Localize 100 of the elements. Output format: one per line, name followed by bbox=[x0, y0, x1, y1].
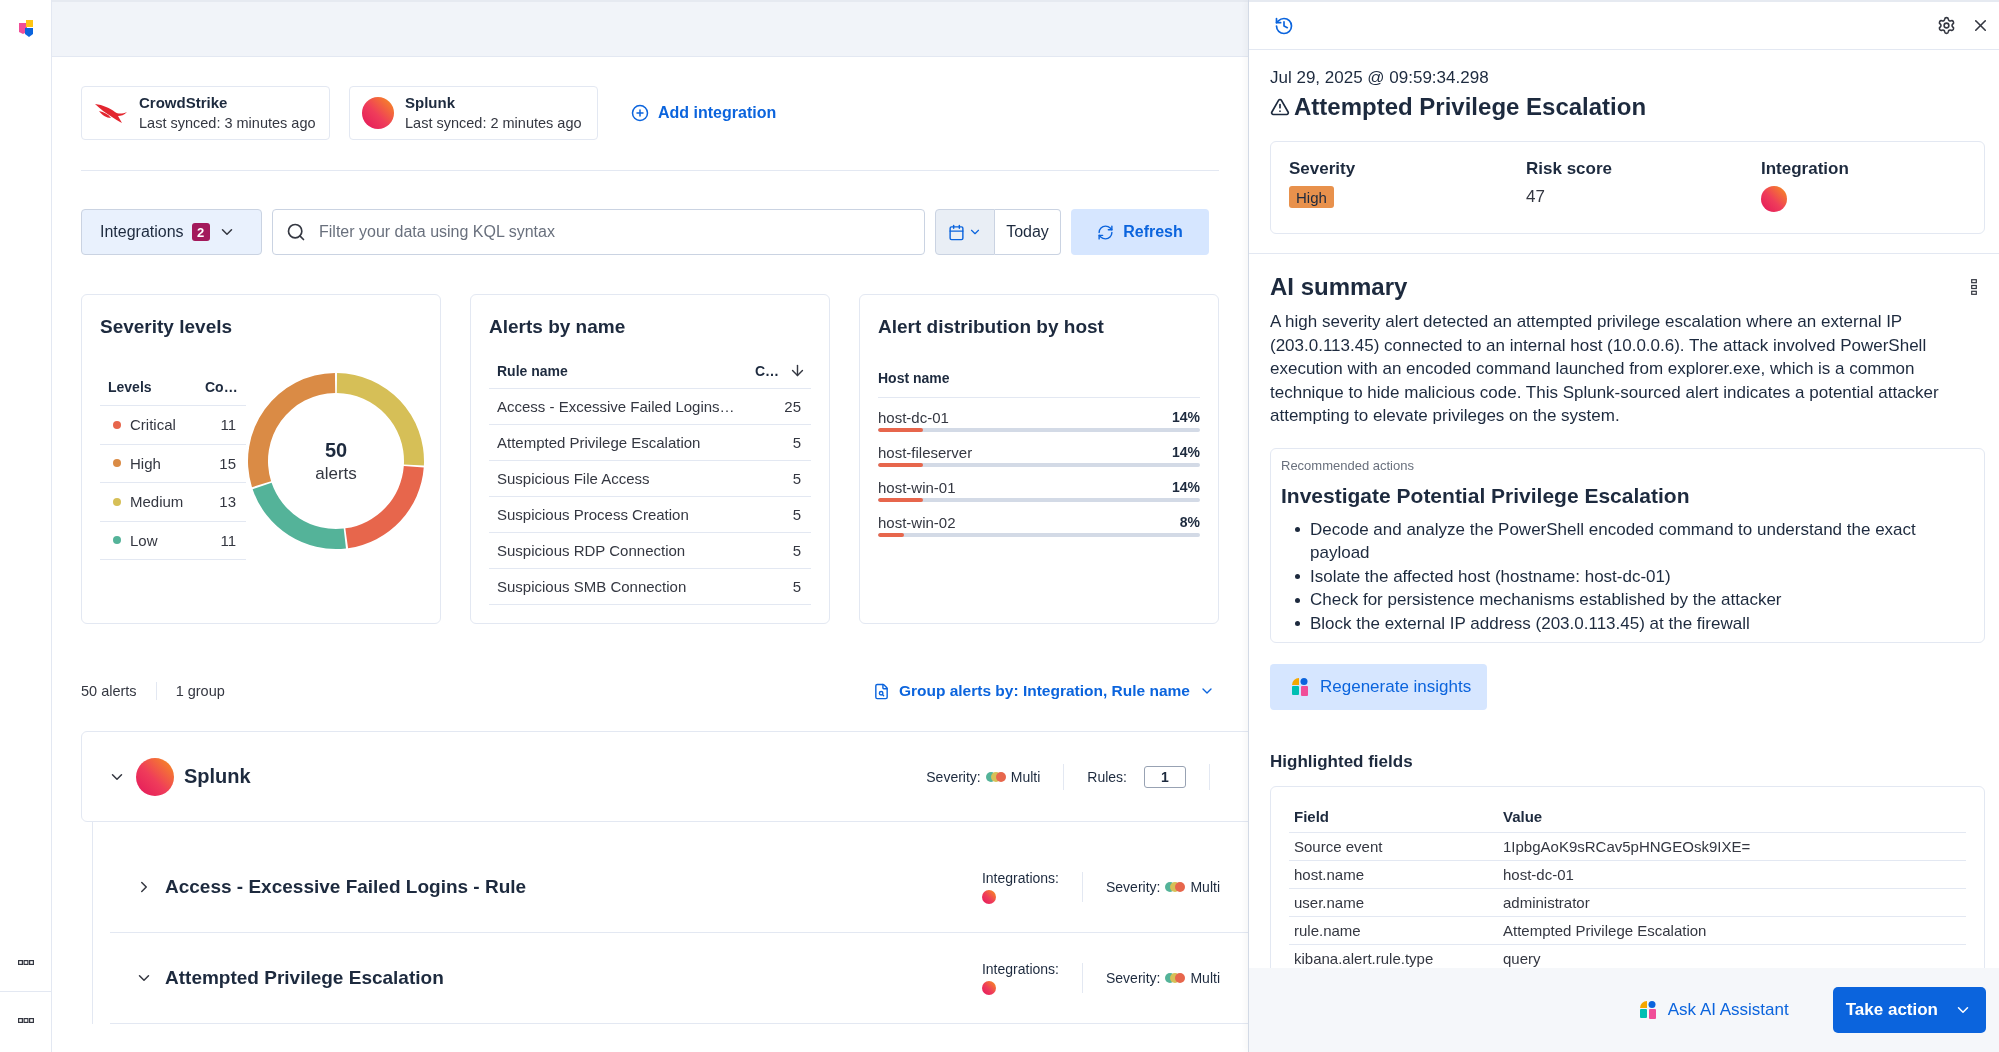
column-header: Field bbox=[1293, 808, 1330, 825]
date-range-button[interactable]: Today bbox=[995, 209, 1061, 255]
action-item: Isolate the affected host (hostname: host-dc-01) bbox=[1310, 565, 1671, 588]
rule-name: Suspicious SMB Connection bbox=[496, 578, 688, 595]
alert-count: 5 bbox=[791, 542, 802, 559]
host-share: 14% bbox=[1171, 479, 1200, 495]
alert-count: 5 bbox=[791, 470, 802, 487]
meta-label: Integrations: bbox=[981, 870, 1059, 886]
integration-name: CrowdStrike bbox=[139, 94, 229, 112]
rule-group-title: Attempted Privilege Escalation bbox=[165, 967, 444, 989]
ask-ai-button[interactable]: Ask AI Assistant bbox=[1639, 1000, 1789, 1020]
bullet-icon bbox=[1295, 527, 1300, 532]
severity-pill-icon bbox=[985, 771, 1006, 782]
calendar-icon bbox=[948, 223, 965, 241]
field-value: host-dc-01 bbox=[1502, 866, 1575, 883]
integrations-button[interactable]: Integrations 2 bbox=[81, 209, 262, 255]
severity-badge: High bbox=[1289, 186, 1334, 208]
document-search-icon bbox=[872, 682, 890, 700]
field-value: 1IpbgAoK9sRCav5pHNGEOsk9IXE= bbox=[1502, 838, 1752, 855]
overview-label: Risk score bbox=[1526, 159, 1612, 179]
take-action-button[interactable]: Take action bbox=[1832, 987, 1986, 1033]
alert-count: 5 bbox=[791, 434, 802, 451]
settings-icon bbox=[1937, 16, 1956, 35]
bird-logo-icon bbox=[94, 102, 128, 124]
kebab-menu-button[interactable] bbox=[1971, 279, 1977, 295]
meta-label: Integrations: bbox=[981, 961, 1059, 977]
card-title: Investigate Potential Privilege Escalation bbox=[1281, 482, 1691, 509]
date-picker-button[interactable] bbox=[935, 209, 995, 255]
rule-name: Access - Excessive Failed Logins… bbox=[496, 398, 736, 415]
section-title: AI summary bbox=[1270, 274, 1408, 300]
rule-name: Attempted Privilege Escalation bbox=[496, 434, 702, 451]
sync-status: Last synced: 2 minutes ago bbox=[405, 114, 582, 132]
overview-label: Severity bbox=[1289, 159, 1356, 179]
field-name: user.name bbox=[1293, 894, 1366, 911]
meta-label: Rules: bbox=[1087, 768, 1127, 785]
integration-card[interactable]: CrowdStrike Last synced: 3 minutes ago bbox=[81, 86, 330, 140]
sync-status: Last synced: 3 minutes ago bbox=[139, 114, 316, 132]
more-icon[interactable] bbox=[17, 1017, 34, 1023]
refresh-icon bbox=[1097, 223, 1115, 241]
alert-title: Attempted Privilege Escalation bbox=[1294, 95, 1647, 119]
severity-value: Multi bbox=[1010, 768, 1041, 785]
host-name: host-fileserver bbox=[878, 443, 973, 461]
add-integration-link[interactable]: Add integration bbox=[631, 104, 777, 122]
action-item: Check for persistence mechanisms established by the attacker bbox=[1310, 589, 1782, 611]
host-name: host-win-02 bbox=[878, 513, 956, 531]
section-title: Highlighted fields bbox=[1270, 752, 1414, 772]
regenerate-button[interactable]: Regenerate insights bbox=[1270, 664, 1488, 710]
more-icon[interactable] bbox=[17, 960, 34, 965]
meta-label: Severity: bbox=[926, 768, 981, 785]
refresh-button[interactable]: Refresh bbox=[1071, 209, 1209, 255]
group-title: Splunk bbox=[184, 765, 251, 788]
app-logo-icon[interactable] bbox=[18, 20, 33, 37]
meta-label: Severity: bbox=[1105, 879, 1161, 895]
rule-name: Suspicious RDP Connection bbox=[496, 542, 687, 559]
integration-name: Splunk bbox=[405, 94, 456, 112]
count-badge: 2 bbox=[191, 223, 210, 241]
risk-score: 47 bbox=[1526, 186, 1545, 208]
settings-button[interactable] bbox=[1937, 16, 1956, 35]
field-name: Source event bbox=[1293, 838, 1384, 855]
rules-count: 1 bbox=[1144, 765, 1186, 788]
alert-count: 5 bbox=[791, 578, 802, 595]
group-header-card[interactable]: Splunk Severity: Multi Rules: 1 bbox=[81, 731, 1248, 822]
card-label: Recommended actions bbox=[1281, 456, 1415, 475]
column-header: Rule name bbox=[496, 362, 569, 379]
column-header: Levels bbox=[107, 378, 153, 395]
column-header: Co… bbox=[204, 378, 239, 395]
column-header: Host name bbox=[878, 370, 950, 386]
host-share: 14% bbox=[1171, 409, 1200, 425]
column-header: Value bbox=[1502, 808, 1544, 825]
bullet-icon bbox=[1295, 597, 1300, 603]
severity-label: Low bbox=[130, 531, 158, 549]
group-by-button[interactable]: Group alerts by: Integration, Rule name bbox=[872, 682, 1215, 700]
integration-card[interactable]: Splunk Last synced: 2 minutes ago bbox=[349, 86, 598, 140]
search-field[interactable]: Filter your data using KQL syntax bbox=[272, 209, 925, 255]
total-label: alerts bbox=[315, 463, 357, 484]
field-value: Attempted Privilege Escalation bbox=[1502, 922, 1708, 939]
bullet-icon bbox=[1295, 574, 1300, 579]
severity-value: Multi bbox=[1190, 970, 1220, 986]
alert-count: 13 bbox=[218, 493, 237, 511]
host-share: 14% bbox=[1171, 444, 1200, 460]
logo-circle-icon bbox=[981, 981, 996, 995]
logo-circle-icon bbox=[981, 890, 996, 904]
field-value: administrator bbox=[1502, 894, 1591, 911]
alert-count: 11 bbox=[219, 416, 237, 434]
card-title: Alert distribution by host bbox=[878, 315, 1105, 339]
field-name: rule.name bbox=[1293, 922, 1362, 939]
card-title: Severity levels bbox=[100, 315, 234, 339]
alert-count: 15 bbox=[218, 454, 237, 472]
warning-icon bbox=[1270, 97, 1290, 117]
overview-label: Integration bbox=[1761, 159, 1849, 179]
severity-pill-icon bbox=[1165, 882, 1186, 892]
host-name: host-win-01 bbox=[878, 478, 956, 496]
rule-group-title: Access - Excessive Failed Logins - Rule bbox=[165, 876, 527, 898]
logo-circle-icon bbox=[362, 97, 394, 129]
severity-value: Multi bbox=[1190, 879, 1220, 895]
search-icon bbox=[286, 222, 306, 242]
alerts-count: 50 alerts bbox=[81, 683, 137, 699]
card-title: Alerts by name bbox=[489, 315, 627, 339]
history-button[interactable] bbox=[1274, 15, 1294, 36]
severity-label: High bbox=[130, 454, 161, 472]
